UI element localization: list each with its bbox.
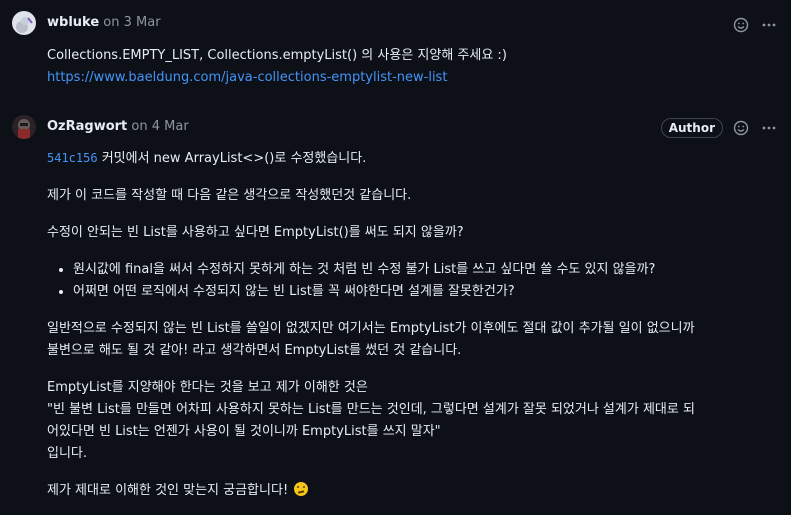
author-name[interactable]: OzRagwort xyxy=(47,119,127,134)
comment-actions xyxy=(731,13,779,37)
paragraph: 일반적으로 수정되지 않는 빈 List를 쓸일이 없겠지만 여기서는 Empt… xyxy=(47,318,777,362)
commit-reference-line: 541c156 커밋에서 new ArrayList<>()로 수정했습니다. xyxy=(47,147,777,170)
kebab-menu-icon[interactable] xyxy=(759,15,779,35)
kebab-menu-icon[interactable] xyxy=(759,118,779,138)
smiley-icon[interactable] xyxy=(731,15,751,35)
paragraph-line: EmptyList를 지양해야 한다는 것을 보고 제가 이해한 것은 xyxy=(47,380,368,395)
comment-body: 541c156 커밋에서 new ArrayList<>()로 수정했습니다. … xyxy=(47,147,777,502)
comment-date[interactable]: on 4 Mar xyxy=(131,119,188,134)
comment-header: OzRagwort on 4 Mar xyxy=(47,117,189,137)
paragraph: 수정이 안되는 빈 List를 사용하고 싶다면 EmptyList()를 써도… xyxy=(47,225,464,240)
avatar-image xyxy=(12,11,36,35)
bullet-list: 원시값에 final을 써서 수정하지 못하게 하는 것 처럼 빈 수정 불가 … xyxy=(47,259,777,303)
comment-text: Collections.EMPTY_LIST, Collections.empt… xyxy=(47,48,507,63)
paragraph-line: "빈 불변 List를 만들면 어차피 사용하지 못하는 List를 만드는 것… xyxy=(47,402,695,417)
comment-date[interactable]: on 3 Mar xyxy=(103,15,160,30)
list-item: 원시값에 final을 써서 수정하지 못하게 하는 것 처럼 빈 수정 불가 … xyxy=(73,259,777,281)
comment-ozragwort: OzRagwort on 4 Mar Author 541c156 커밋에서 n… xyxy=(0,104,791,515)
author-name[interactable]: wbluke xyxy=(47,15,99,30)
list-item: 어쩌면 어떤 로직에서 수정되지 않는 빈 List를 꼭 써야한다면 설계를 … xyxy=(73,281,777,303)
paragraph-line: 일반적으로 수정되지 않는 빈 List를 쓸일이 없겠지만 여기서는 Empt… xyxy=(47,321,695,336)
paragraph-line: 입니다. xyxy=(47,446,88,461)
comment-header: wbluke on 3 Mar xyxy=(47,13,161,33)
commit-link[interactable]: 541c156 xyxy=(47,151,98,165)
author-badge: Author xyxy=(660,118,723,138)
avatar[interactable] xyxy=(12,115,36,139)
comment-wbluke: wbluke on 3 Mar Collections.EMPTY_LIST, … xyxy=(0,0,791,100)
smiley-icon[interactable] xyxy=(731,118,751,138)
thinking-face-icon xyxy=(294,482,309,496)
avatar-image xyxy=(12,115,36,139)
paragraph: 제가 제대로 이해한 것인 맞는지 궁금합니다! xyxy=(47,480,777,502)
avatar[interactable] xyxy=(12,11,36,35)
paragraph: 제가 이 코드를 작성할 때 다음 같은 생각으로 작성했던것 같습니다. xyxy=(47,188,412,203)
commit-reference-text: 커밋에서 new ArrayList<>()로 수정했습니다. xyxy=(97,151,367,166)
paragraph-line: 어있다면 빈 List는 언젠가 사용이 될 것이니까 EmptyList를 쓰… xyxy=(47,424,441,439)
paragraph-line: 불변으로 해도 될 것 같아! 라고 생각하면서 EmptyList를 썼던 것… xyxy=(47,343,462,358)
paragraph: EmptyList를 지양해야 한다는 것을 보고 제가 이해한 것은 "빈 불… xyxy=(47,377,777,465)
paragraph-text: 제가 제대로 이해한 것인 맞는지 궁금합니다! xyxy=(47,483,289,498)
comment-actions: Author xyxy=(660,116,779,140)
comment-body: Collections.EMPTY_LIST, Collections.empt… xyxy=(47,45,777,89)
reference-link[interactable]: https://www.baeldung.com/java-collection… xyxy=(47,70,447,85)
